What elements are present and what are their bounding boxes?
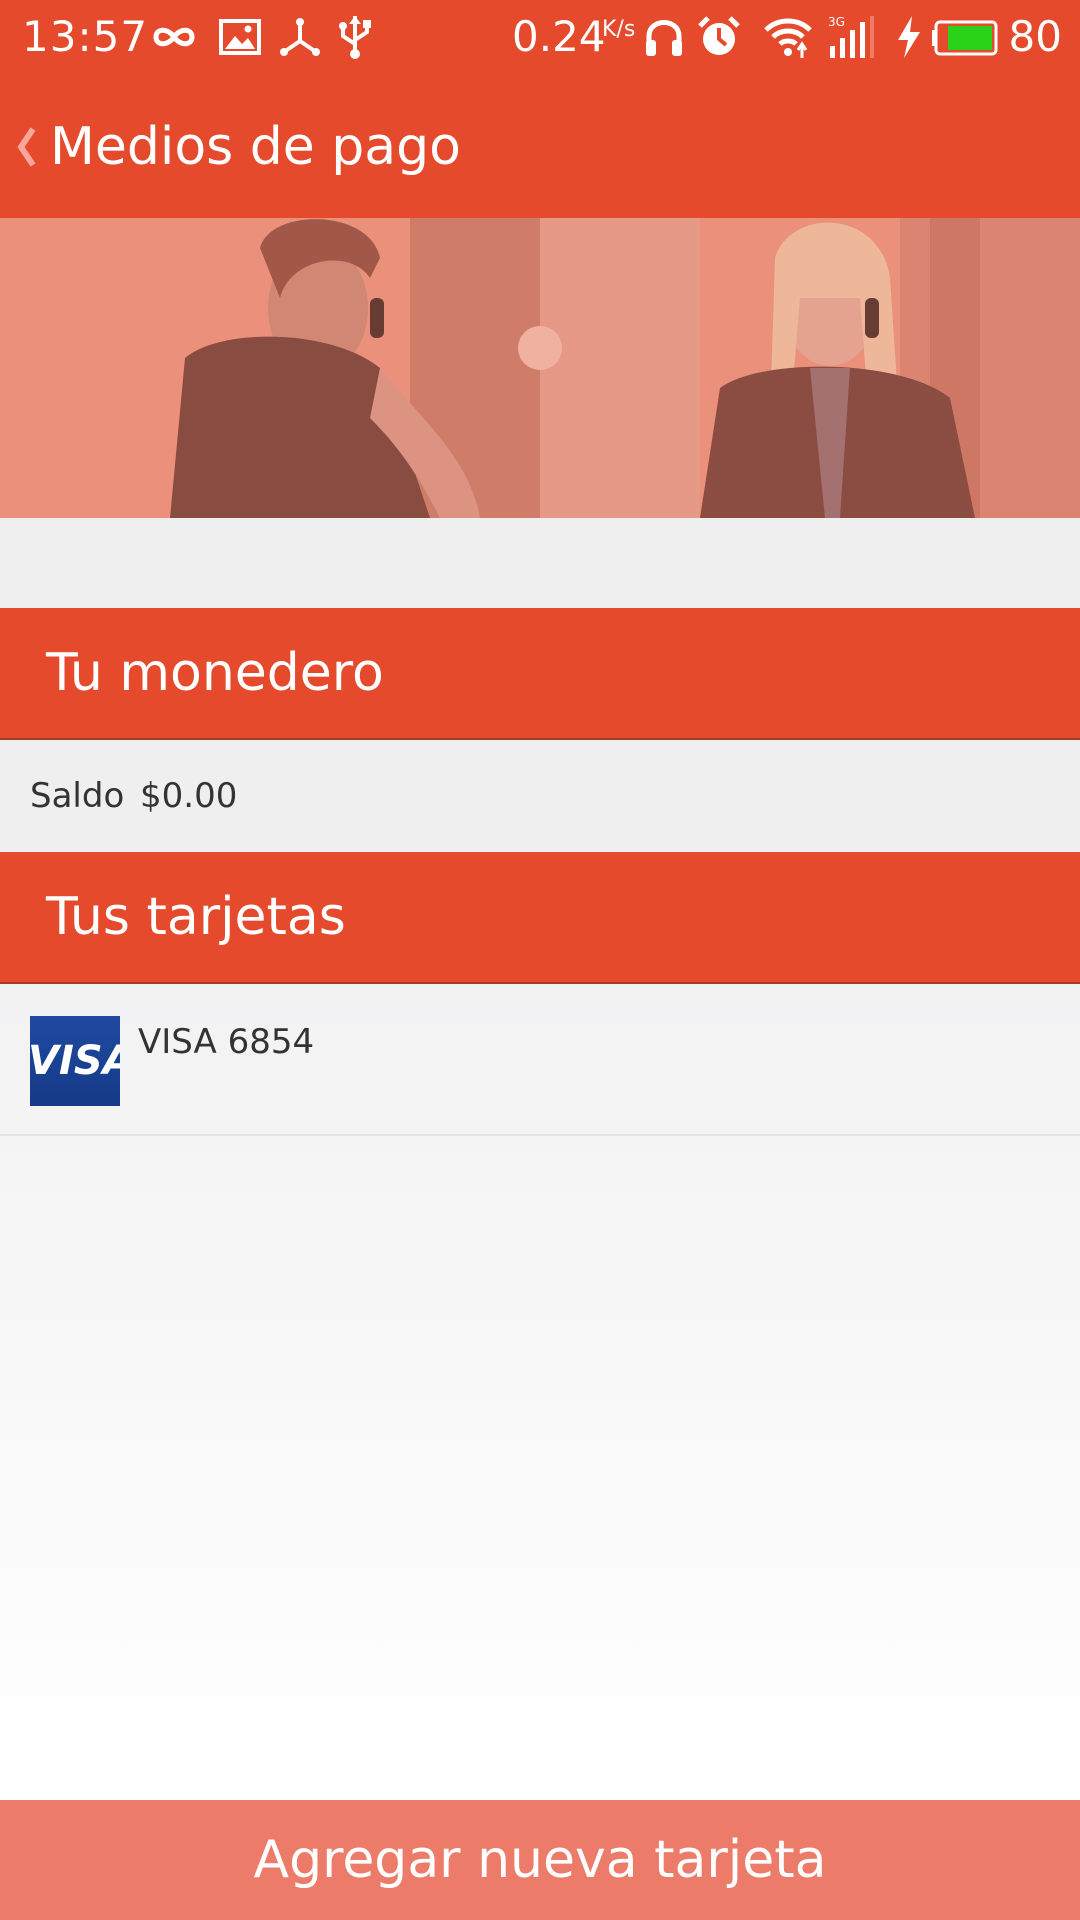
add-new-card-button[interactable]: Agregar nueva tarjeta [0, 1800, 1080, 1920]
svg-text:VISA: VISA [30, 1038, 120, 1084]
chevron-left-icon [17, 127, 36, 167]
page-title: Medios de pago [50, 117, 461, 177]
svg-text:3G: 3G [828, 15, 845, 29]
banner-spacer [0, 518, 1080, 608]
balance-label: Saldo [30, 776, 125, 816]
cards-list: VISA VISA 6854 [0, 984, 1080, 1800]
usb-icon [339, 16, 371, 59]
balance-value: $0.00 [140, 776, 238, 816]
battery-icon [932, 20, 998, 56]
battery-percent: 80 [1008, 12, 1062, 61]
status-bar: 13:57 0.24 K/s 3G 80 [0, 0, 1080, 74]
wallet-section-header: Tu monedero [0, 608, 1080, 740]
card-list-item[interactable]: VISA VISA 6854 [0, 984, 1080, 1136]
headphones-icon [646, 20, 682, 56]
charging-icon [898, 16, 920, 58]
app-bar: Medios de pago [0, 74, 1080, 218]
share-node-icon [280, 18, 320, 56]
header-banner-image [0, 218, 1080, 518]
network-speed-unit: K/s [602, 17, 636, 42]
alarm-icon [698, 16, 740, 55]
cards-section-header: Tus tarjetas [0, 852, 1080, 984]
back-button[interactable] [6, 112, 46, 182]
infinity-icon [153, 27, 195, 47]
wifi-icon [764, 18, 812, 58]
wallet-section-title: Tu monedero [46, 643, 384, 703]
wallet-balance-row: Saldo $0.00 [0, 740, 1080, 852]
image-icon [219, 19, 261, 55]
card-label: VISA 6854 [138, 1022, 315, 1062]
status-time: 13:57 [22, 12, 149, 61]
visa-logo-icon: VISA [30, 1016, 120, 1106]
cards-section-title: Tus tarjetas [46, 887, 346, 947]
network-speed: 0.24 [512, 12, 606, 61]
signal-3g-icon: 3G [828, 15, 874, 58]
